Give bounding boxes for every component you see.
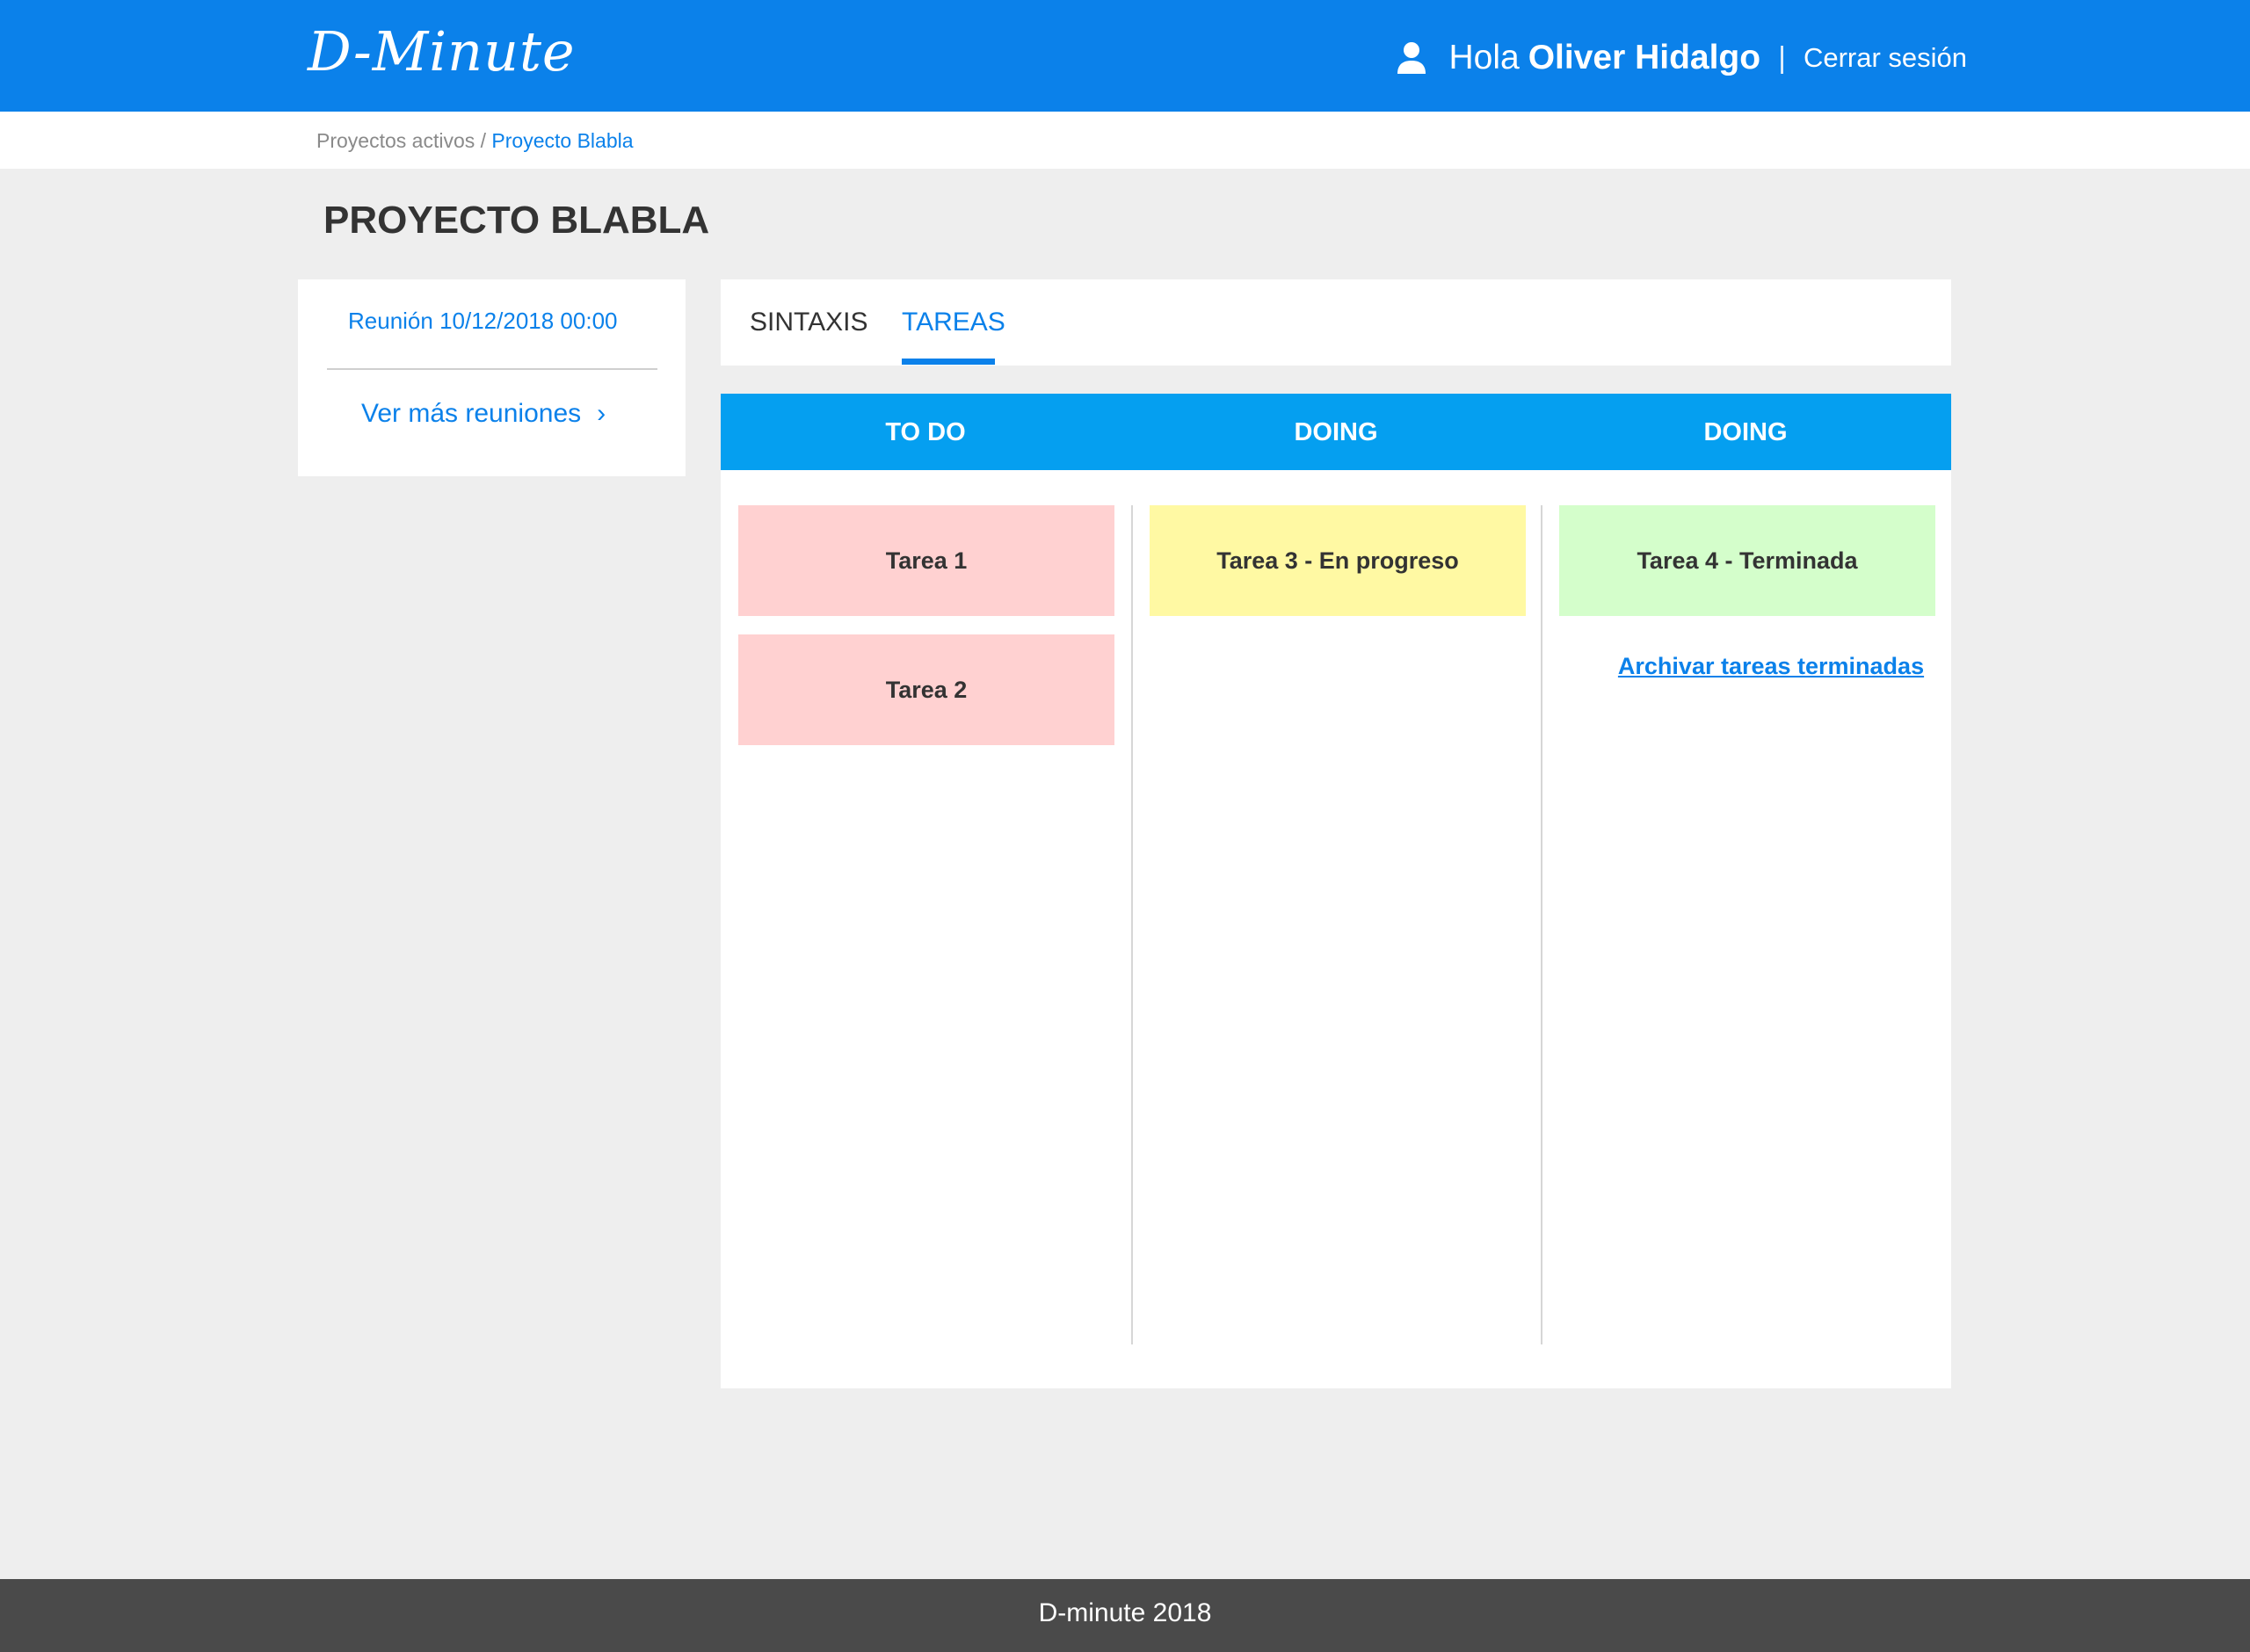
meeting-link[interactable]: Reunión 10/12/2018 00:00 [348, 308, 618, 335]
task-card-tarea-1[interactable]: Tarea 1 [738, 505, 1114, 616]
board-header: TO DO DOING DOING [721, 394, 1951, 470]
footer-text: D-minute 2018 [1038, 1598, 1212, 1627]
column-divider [1541, 505, 1542, 1344]
greeting-text: Hola [1448, 39, 1520, 76]
header-separator: | [1778, 40, 1786, 75]
chevron-right-icon: › [597, 399, 606, 428]
column-title-done: DOING [1703, 418, 1788, 446]
task-card-tarea-3[interactable]: Tarea 3 - En progreso [1150, 505, 1526, 616]
tabs-bar: SINTAXIS TAREAS [721, 279, 1951, 366]
breadcrumb-separator: / [480, 129, 487, 152]
more-meetings-link[interactable]: Ver más reuniones › [361, 399, 606, 429]
task-card-tarea-2[interactable]: Tarea 2 [738, 634, 1114, 745]
top-header: D-Minute Hola Oliver Hidalgo | Cerrar se… [0, 0, 2250, 112]
tab-tareas[interactable]: TAREAS [902, 308, 1005, 337]
page-title: PROYECTO BLABLA [323, 199, 710, 242]
breadcrumb-parent-link[interactable]: Proyectos activos [316, 129, 475, 152]
logout-link[interactable]: Cerrar sesión [1804, 42, 1967, 74]
meetings-card: Reunión 10/12/2018 00:00 Ver más reunion… [298, 279, 686, 476]
breadcrumb-bar: Proyectos activos / Proyecto Blabla [0, 112, 2250, 169]
breadcrumb: Proyectos activos / Proyecto Blabla [316, 129, 634, 153]
column-divider [1131, 505, 1133, 1344]
board-body: Tarea 1 Tarea 2 Tarea 3 - En progreso Ta… [721, 470, 1951, 1388]
breadcrumb-current: Proyecto Blabla [491, 129, 634, 152]
user-area: Hola Oliver Hidalgo | Cerrar sesión [1396, 33, 1967, 83]
user-name: Oliver Hidalgo [1528, 39, 1761, 76]
meetings-divider [327, 368, 657, 370]
user-icon [1396, 40, 1427, 76]
column-title-todo: TO DO [885, 418, 966, 446]
column-title-doing: DOING [1294, 418, 1378, 446]
tab-sintaxis[interactable]: SINTAXIS [750, 308, 867, 337]
more-meetings-label: Ver más reuniones [361, 399, 582, 428]
footer: D-minute 2018 [0, 1579, 2250, 1652]
app-logo[interactable]: D-Minute [308, 19, 576, 83]
archive-done-tasks-link[interactable]: Archivar tareas terminadas [1604, 653, 1938, 680]
task-card-tarea-4[interactable]: Tarea 4 - Terminada [1559, 505, 1935, 616]
active-tab-indicator [902, 359, 995, 365]
